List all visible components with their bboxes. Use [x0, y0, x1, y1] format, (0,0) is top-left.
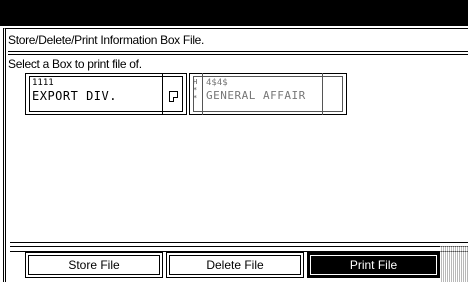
box-name: EXPORT DIV.: [32, 89, 117, 103]
box-general-affair[interactable]: H * * 4$4$ GENERAL AFFAIR: [189, 73, 347, 115]
print-file-button[interactable]: Print File: [307, 252, 440, 278]
print-file-label: Print File: [349, 258, 398, 272]
top-status-bar: [0, 0, 468, 26]
document-icon: [169, 91, 178, 102]
box-divider: [162, 73, 163, 115]
screen-title: Store/Delete/Print Information Box File.: [8, 33, 205, 47]
box-export-div[interactable]: 1111 EXPORT DIV.: [25, 73, 187, 115]
store-file-label: Store File: [68, 258, 120, 272]
box-number: 1111: [32, 78, 54, 88]
instruction-text: Select a Box to print file of.: [8, 57, 142, 71]
box-divider: [202, 73, 203, 115]
store-file-button[interactable]: Store File: [25, 252, 163, 278]
box-name: GENERAL AFFAIR: [206, 89, 306, 102]
lock-marks: H * *: [193, 78, 198, 102]
title-divider: [8, 51, 468, 55]
box-divider: [322, 73, 323, 115]
delete-file-button[interactable]: Delete File: [166, 252, 304, 278]
delete-file-label: Delete File: [206, 258, 264, 272]
edge-pattern: [440, 246, 468, 282]
box-number: 4$4$: [206, 78, 228, 88]
